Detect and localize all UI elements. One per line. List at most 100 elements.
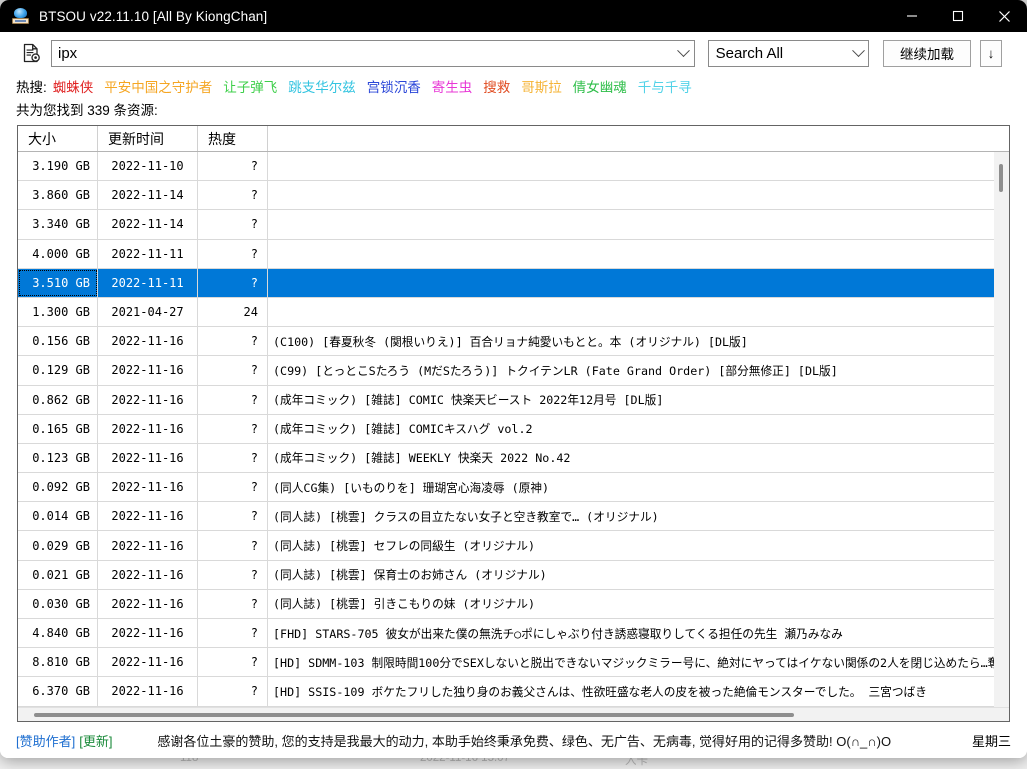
cell-heat: ? [198,239,268,268]
cell-date: 2022-11-16 [98,619,198,648]
hot-tag-3[interactable]: 跳支华尔兹 [288,76,356,96]
maximize-icon[interactable] [935,0,981,32]
table-row[interactable]: 4.840 GB 2022-11-16? [FHD] STARS-705 彼女が出来… [18,619,1009,649]
vertical-scrollbar[interactable] [994,152,1009,708]
cell-heat: ? [198,619,268,648]
update-link[interactable]: [更新] [79,731,112,750]
cell-size: 0.123 GB [18,443,98,473]
cell-size: 1.300 GB [18,297,98,327]
search-input[interactable] [52,40,674,66]
cell-size: 6.370 GB [18,677,98,706]
search-scope-value: Search All [715,44,784,62]
cell-date: 2022-11-16 [98,677,198,706]
column-header-heat[interactable]: 热度 [198,126,268,151]
cell-size: 3.860 GB [18,181,98,210]
hot-tag-9[interactable]: 千与千寻 [638,76,692,96]
table-row[interactable]: 3.510 GB 2022-11-11? [18,268,1009,298]
cell-heat: ? [198,210,268,239]
table-row[interactable]: 3.190 GB 2022-11-10? [18,152,1009,182]
cell-date: 2022-11-11 [98,268,198,297]
table-row[interactable]: 0.021 GB 2022-11-16? (同人誌) [桃雲] 保育士のお姉さん (… [18,560,1009,590]
cell-size: 0.092 GB [18,473,98,502]
cell-size: 0.029 GB [18,531,98,560]
cell-size: 3.510 GB [18,268,98,297]
cell-heat: ? [198,502,268,531]
cell-date: 2022-11-10 [98,152,198,181]
toolbar: Search All 继续加载 ↓ [0,32,1027,74]
table-row[interactable]: 0.092 GB 2022-11-16? (同人CG集) [いものりを] 珊瑚宮心海… [18,473,1009,503]
cell-date: 2022-11-16 [98,414,198,443]
cell-date: 2021-04-27 [98,297,198,327]
hot-tag-7[interactable]: 哥斯拉 [521,76,562,96]
cell-date: 2022-11-16 [98,502,198,531]
cell-size: 0.862 GB [18,385,98,414]
horizontal-scrollbar-thumb[interactable] [34,713,794,717]
table-row[interactable]: 0.862 GB 2022-11-16? (成年コミック) [雑誌] COMIC 快… [18,385,1009,415]
cell-name: (C100) [春夏秋冬 (関根いりえ)] 百合リョナ純愛いもとと。本 (オリジ… [273,334,748,349]
table-row[interactable]: 3.340 GB 2022-11-14? [18,210,1009,240]
cell-date: 2022-11-16 [98,356,198,385]
column-header-name[interactable] [268,126,1009,151]
document-settings-icon[interactable] [16,38,46,68]
cell-heat: ? [198,385,268,414]
hot-tag-8[interactable]: 倩女幽魂 [573,76,627,96]
table-row[interactable]: 0.156 GB 2022-11-16? (C100) [春夏秋冬 (関根いりえ)]… [18,327,1009,357]
chevron-down-icon[interactable] [848,41,868,66]
table-row[interactable]: 0.123 GB 2022-11-16? (成年コミック) [雑誌] WEEKLY … [18,443,1009,474]
table-row[interactable]: 8.810 GB 2022-11-16? [HD] SDMM-103 制限時間100… [18,648,1009,678]
cell-size: 0.156 GB [18,327,98,356]
hot-tag-0[interactable]: 蜘蛛侠 [53,76,94,96]
download-arrow-button[interactable]: ↓ [980,39,1002,67]
close-icon[interactable] [981,0,1027,32]
cell-size: 4.000 GB [18,239,98,268]
hot-search-bar: 热搜: 蜘蛛侠 平安中国之守护者 让子弹飞 跳支华尔兹 宫锁沉香 寄生虫 搜救 … [0,74,1027,98]
status-bar: [赞助作者] [更新] 感谢各位土豪的赞助, 您的支持是我最大的动力, 本助手始… [0,722,1027,758]
weekday-label: 星期三 [971,733,1011,749]
cell-date: 2022-11-14 [98,181,198,210]
cell-heat: ? [198,531,268,560]
hot-tag-1[interactable]: 平安中国之守护者 [104,76,212,96]
search-input-combo[interactable] [51,39,695,67]
chevron-down-icon[interactable] [674,41,694,66]
cell-name: [HD] SSIS-109 ボケたフリした独り身のお義父さんは、性欲旺盛な老人の… [273,684,927,699]
column-header-size[interactable]: 大小 [18,126,98,151]
hot-tag-2[interactable]: 让子弹飞 [223,76,277,96]
cell-heat: ? [198,268,268,297]
cell-date: 2022-11-11 [98,239,198,268]
cell-date: 2022-11-16 [98,648,198,677]
table-row[interactable]: 6.370 GB 2022-11-16? [HD] SSIS-109 ボケたフリした… [18,677,1009,707]
result-count: 共为您找到 339 条资源: [16,103,158,118]
cell-name: (成年コミック) [雑誌] COMICキスハグ vol.2 [273,422,533,437]
table-row[interactable]: 0.129 GB 2022-11-16? (C99) [とっとこSたろう (MだSた… [18,356,1009,386]
cell-name [268,152,1009,180]
results-table: 大小 更新时间 热度 3.190 GB 2022-11-10? 3.860 GB 20… [17,125,1010,722]
cell-heat: ? [198,356,268,385]
hot-search-label: 热搜: [16,80,47,95]
hot-tag-4[interactable]: 宫锁沉香 [367,76,421,96]
cell-heat: ? [198,473,268,502]
cell-name: (同人誌) [桃雲] クラスの目立たない女子と空き教室で… (オリジナル) [273,509,659,524]
sponsor-link[interactable]: [赞助作者] [16,731,75,750]
table-row[interactable]: 3.860 GB 2022-11-14? [18,181,1009,211]
table-row[interactable]: 0.165 GB 2022-11-16? (成年コミック) [雑誌] COMICキス… [18,414,1009,444]
vertical-scrollbar-thumb[interactable] [999,164,1003,192]
table-row[interactable]: 4.000 GB 2022-11-11? [18,239,1009,269]
cell-name: (同人誌) [桃雲] 引きこもりの妹 (オリジナル) [273,597,536,612]
horizontal-scrollbar[interactable] [18,707,1009,721]
table-row[interactable]: 0.030 GB 2022-11-16? (同人誌) [桃雲] 引きこもりの妹 (オ… [18,589,1009,619]
search-scope-select[interactable]: Search All [707,39,869,67]
cell-name: (同人誌) [桃雲] 保育士のお姉さん (オリジナル) [273,568,547,583]
hot-tag-5[interactable]: 寄生虫 [432,76,473,96]
table-row[interactable]: 1.300 GB 2021-04-27 24 [18,297,1009,328]
cell-name: (同人CG集) [いものりを] 珊瑚宮心海凌辱 (原神) [273,480,550,495]
table-row[interactable]: 0.014 GB 2022-11-16? (同人誌) [桃雲] クラスの目立たない女… [18,502,1009,532]
cell-size: 4.840 GB [18,619,98,648]
cell-name: (同人誌) [桃雲] セフレの同級生 (オリジナル) [273,539,536,554]
load-more-button[interactable]: 继续加载 [883,39,971,67]
table-row[interactable]: 0.029 GB 2022-11-16? (同人誌) [桃雲] セフレの同級生 (オ… [18,531,1009,561]
hot-tag-6[interactable]: 搜救 [483,76,510,96]
minimize-icon[interactable] [889,0,935,32]
cell-name: (成年コミック) [雑誌] COMIC 快楽天ビースト 2022年12月号 [D… [273,393,664,408]
cell-date: 2022-11-16 [98,473,198,502]
column-header-date[interactable]: 更新时间 [98,126,198,151]
